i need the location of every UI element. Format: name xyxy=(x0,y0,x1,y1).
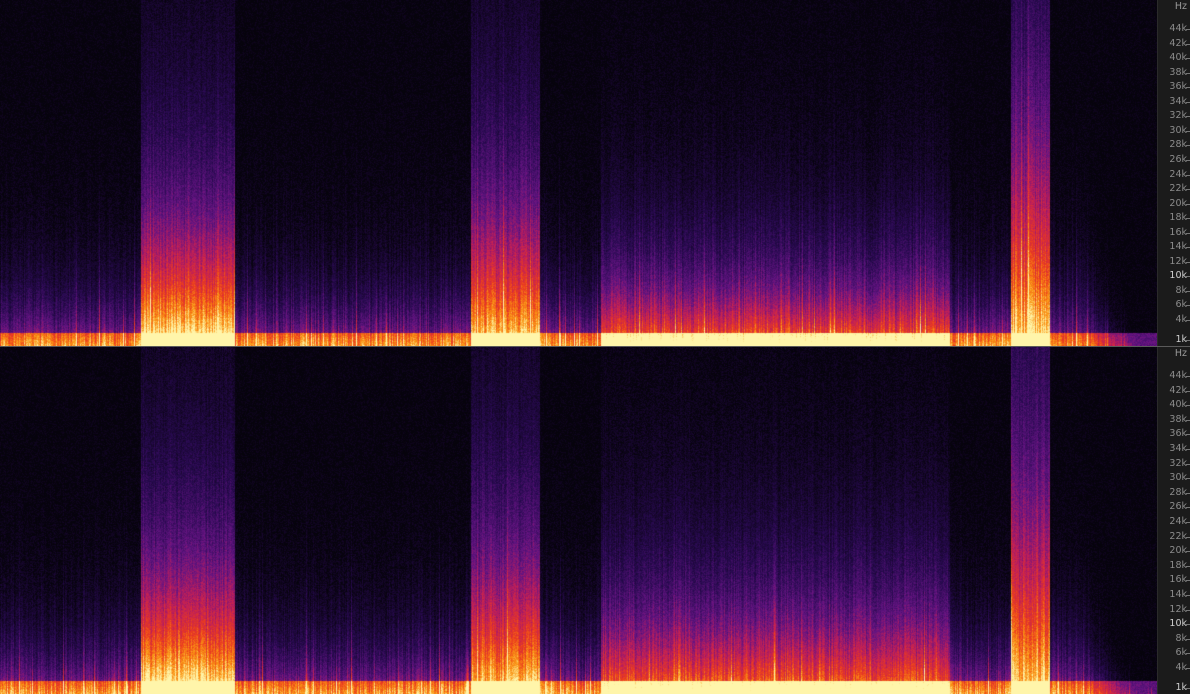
frequency-tick-label: 26k xyxy=(1169,501,1187,513)
spectrogram-channel-2[interactable]: Hz 44k 42k 40k 38k 36k 34k 32k 30k 28k 26k 24k 22k 2… xyxy=(0,347,1190,694)
frequency-tick-label: 28k xyxy=(1169,139,1187,151)
frequency-tick xyxy=(1186,116,1190,118)
frequency-tick xyxy=(1186,276,1190,278)
frequency-tick xyxy=(1186,536,1190,538)
frequency-tick-label: 12k xyxy=(1169,603,1187,615)
frequency-tick-label: 34k xyxy=(1169,443,1187,454)
frequency-tick-label: 22k xyxy=(1169,183,1187,195)
frequency-tick-label: 10k xyxy=(1169,270,1187,282)
frequency-tick-label: 20k xyxy=(1169,197,1187,209)
frequency-tick-label: 18k xyxy=(1169,212,1187,224)
frequency-tick xyxy=(1186,449,1190,450)
frequency-tick xyxy=(1186,58,1190,60)
frequency-tick xyxy=(1186,668,1190,669)
frequency-tick xyxy=(1186,595,1190,596)
frequency-tick-label: 36k xyxy=(1169,81,1187,93)
frequency-tick-label: 16k xyxy=(1169,574,1187,586)
frequency-tick xyxy=(1186,305,1190,307)
frequency-tick xyxy=(1186,624,1190,626)
frequency-tick-label: 14k xyxy=(1169,241,1187,253)
frequency-tick xyxy=(1186,290,1190,292)
frequency-tick xyxy=(1186,492,1190,494)
ruler-unit-label: Hz xyxy=(1174,348,1187,359)
frequency-tick xyxy=(1186,580,1190,582)
frequency-tick xyxy=(1186,478,1190,480)
frequency-tick-label: 18k xyxy=(1169,559,1187,571)
frequency-tick xyxy=(1186,390,1190,392)
frequency-tick xyxy=(1186,43,1190,45)
frequency-tick xyxy=(1186,159,1190,161)
ruler-unit-label: Hz xyxy=(1174,1,1187,12)
frequency-tick xyxy=(1186,101,1190,103)
frequency-tick-label: 12k xyxy=(1169,255,1187,267)
frequency-tick-label: 38k xyxy=(1169,66,1187,78)
frequency-tick xyxy=(1186,320,1190,321)
frequency-tick xyxy=(1186,29,1190,30)
frequency-tick xyxy=(1186,463,1190,465)
frequency-tick-label: 24k xyxy=(1169,516,1187,527)
frequency-tick xyxy=(1186,688,1190,689)
frequency-tick xyxy=(1186,565,1190,567)
frequency-tick-label: 14k xyxy=(1169,589,1187,600)
frequency-tick xyxy=(1186,189,1190,191)
frequency-tick xyxy=(1186,145,1190,147)
frequency-tick xyxy=(1186,247,1190,249)
spectrogram-view[interactable] xyxy=(0,347,1157,694)
spectrogram-view[interactable] xyxy=(0,0,1157,346)
frequency-tick-label: 10k xyxy=(1169,618,1187,630)
frequency-tick-label: 30k xyxy=(1169,124,1187,136)
frequency-tick-label: 16k xyxy=(1169,226,1187,238)
frequency-tick xyxy=(1186,218,1190,220)
frequency-tick xyxy=(1186,653,1190,655)
frequency-tick-label: 36k xyxy=(1169,428,1187,440)
frequency-tick-label: 40k xyxy=(1169,52,1187,64)
frequency-tick-label: 44k xyxy=(1169,370,1187,381)
frequency-tick xyxy=(1186,87,1190,89)
frequency-ruler: Hz 44k 42k 40k 38k 36k 34k 32k 30k 28k 26k 24k 22k 2… xyxy=(1157,0,1190,346)
frequency-tick xyxy=(1186,419,1190,421)
frequency-tick-label: 42k xyxy=(1169,384,1187,396)
frequency-tick-label: 40k xyxy=(1169,399,1187,411)
frequency-tick xyxy=(1186,638,1190,640)
frequency-tick-label: 30k xyxy=(1169,472,1187,484)
frequency-tick xyxy=(1186,261,1190,263)
frequency-tick-label: 28k xyxy=(1169,486,1187,498)
frequency-tick-label: 22k xyxy=(1169,530,1187,542)
frequency-tick-label: 32k xyxy=(1169,457,1187,469)
frequency-tick-label: 20k xyxy=(1169,545,1187,557)
frequency-tick xyxy=(1186,340,1190,341)
frequency-tick xyxy=(1186,232,1190,234)
frequency-tick xyxy=(1186,130,1190,132)
frequency-tick xyxy=(1186,405,1190,407)
spectrogram-channel-1[interactable]: Hz 44k 42k 40k 38k 36k 34k 32k 30k 28k 26k 24k 22k 2… xyxy=(0,0,1190,346)
frequency-tick xyxy=(1186,72,1190,74)
frequency-tick-label: 34k xyxy=(1169,95,1187,107)
frequency-tick-label: 26k xyxy=(1169,153,1187,165)
frequency-tick xyxy=(1186,434,1190,436)
frequency-tick xyxy=(1186,203,1190,205)
frequency-tick-label: 42k xyxy=(1169,37,1187,49)
frequency-tick xyxy=(1186,174,1190,176)
frequency-tick-label: 24k xyxy=(1169,168,1187,180)
frequency-tick-label: 32k xyxy=(1169,110,1187,122)
frequency-tick-label: 38k xyxy=(1169,413,1187,425)
frequency-tick-label: 44k xyxy=(1169,23,1187,34)
frequency-tick xyxy=(1186,507,1190,509)
frequency-tick xyxy=(1186,522,1190,523)
frequency-tick xyxy=(1186,376,1190,377)
frequency-tick xyxy=(1186,551,1190,553)
frequency-ruler: Hz 44k 42k 40k 38k 36k 34k 32k 30k 28k 26k 24k 22k 2… xyxy=(1157,347,1190,694)
frequency-tick xyxy=(1186,609,1190,611)
